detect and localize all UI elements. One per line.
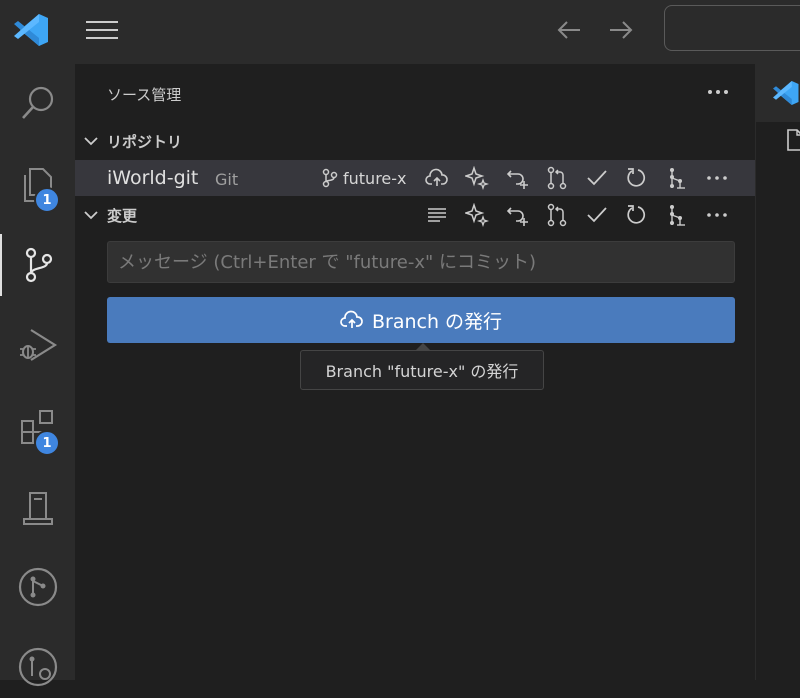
publish-branch-label: Branch の発行 <box>371 310 503 333</box>
check-icon <box>587 170 607 186</box>
source-control-panel: ソース管理 リポジトリ iWorld-git Git future-x 変更 メ… <box>75 64 755 680</box>
commit-button[interactable] <box>583 164 611 192</box>
editor-tab-bar <box>756 64 800 122</box>
title-bar <box>0 0 800 64</box>
activity-bar: 1 1 <box>0 64 75 687</box>
repositories-label: リポジトリ <box>107 132 183 151</box>
changes-pull-request-button[interactable] <box>543 201 571 229</box>
more-actions-icon[interactable] <box>703 80 733 104</box>
refresh-button[interactable] <box>623 164 651 192</box>
changes-commit-button[interactable] <box>583 201 611 229</box>
activity-run-debug[interactable] <box>0 314 75 376</box>
commit-message-input[interactable] <box>107 241 735 283</box>
activity-extensions[interactable]: 1 <box>0 396 75 458</box>
more-actions-icon <box>707 176 727 180</box>
activity-git-graph[interactable] <box>0 556 75 618</box>
check-icon <box>587 207 607 223</box>
chevron-down-icon <box>84 137 98 146</box>
sparkle-icon <box>465 203 489 227</box>
pull-request-icon <box>547 203 567 227</box>
pull-request-button[interactable] <box>543 164 571 192</box>
changes-stage-button[interactable] <box>503 201 531 229</box>
extensions-badge: 1 <box>34 430 60 456</box>
changes-graph-button[interactable] <box>663 201 691 229</box>
branch-name: future-x <box>343 168 407 188</box>
list-flat-icon <box>428 208 446 222</box>
cloud-upload-icon <box>340 310 363 328</box>
graph-button[interactable] <box>663 164 691 192</box>
sparkle-icon <box>465 166 489 190</box>
new-file-icon[interactable] <box>786 128 800 152</box>
repo-type: Git <box>215 170 239 189</box>
publish-tooltip: Branch "future-x" の発行 <box>300 350 544 390</box>
changes-sparkle-button[interactable] <box>463 201 491 229</box>
search-icon <box>21 86 53 119</box>
undo-plus-icon <box>506 170 528 189</box>
repo-name: iWorld-git <box>107 167 199 189</box>
changes-refresh-button[interactable] <box>623 201 651 229</box>
editor-area <box>755 64 800 680</box>
activity-search[interactable] <box>0 72 75 134</box>
refresh-icon <box>627 168 646 187</box>
stage-all-button[interactable] <box>503 164 531 192</box>
vscode-logo-icon[interactable] <box>770 78 800 108</box>
pull-request-icon <box>547 166 567 190</box>
generate-commit-message-button[interactable] <box>463 164 491 192</box>
branch-chip[interactable]: future-x <box>321 166 407 190</box>
chevron-down-icon <box>84 211 98 220</box>
explorer-badge: 1 <box>34 187 60 213</box>
command-center-search[interactable] <box>664 5 800 51</box>
publish-cloud-button[interactable] <box>423 164 451 192</box>
git-graph-icon <box>670 205 685 226</box>
git-graph-icon <box>670 168 685 189</box>
arrow-right-icon[interactable] <box>606 17 636 43</box>
more-actions-icon <box>707 213 727 217</box>
remote-explorer-icon <box>22 492 53 525</box>
changes-section-header[interactable]: 変更 <box>75 200 755 230</box>
branch-icon <box>322 168 338 188</box>
activity-remote-explorer[interactable] <box>0 478 75 540</box>
repo-more-actions-button[interactable] <box>703 164 731 192</box>
changes-label: 変更 <box>107 206 138 225</box>
arrow-left-icon[interactable] <box>554 17 584 43</box>
undo-plus-icon <box>506 207 528 226</box>
repository-row[interactable]: iWorld-git Git future-x <box>75 160 755 196</box>
changes-more-actions-button[interactable] <box>703 201 731 229</box>
activity-source-control[interactable] <box>0 234 75 296</box>
git-history-icon <box>18 647 57 687</box>
activity-git-history[interactable] <box>0 636 75 698</box>
run-debug-icon <box>19 329 57 361</box>
source-control-icon <box>25 247 52 283</box>
refresh-icon <box>627 205 646 224</box>
view-as-list-button[interactable] <box>423 201 451 229</box>
activity-explorer[interactable]: 1 <box>0 154 75 216</box>
cloud-upload-icon <box>425 168 448 186</box>
panel-title: ソース管理 <box>107 86 182 104</box>
git-graph-icon <box>18 567 57 607</box>
publish-branch-button[interactable]: Branch の発行 <box>107 297 735 343</box>
repositories-section-header[interactable]: リポジトリ <box>75 126 755 156</box>
hamburger-menu-icon[interactable] <box>84 17 120 43</box>
vscode-logo-icon <box>14 14 48 46</box>
